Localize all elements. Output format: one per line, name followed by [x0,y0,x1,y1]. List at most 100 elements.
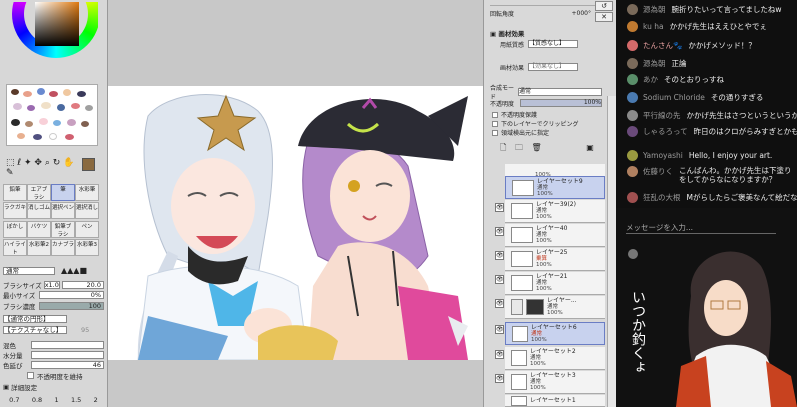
layer-row[interactable]: レイヤー... 通常 100% [505,296,605,319]
tool-4[interactable]: ラクガキ [3,202,27,220]
protect-opacity-row[interactable]: 不透明度保護 [492,110,612,119]
color-square[interactable] [35,2,79,46]
chat-author[interactable]: ku ha [643,22,664,31]
tool-3[interactable]: 水彩筆 [75,184,99,201]
layer-opacity-slider[interactable]: 100% [520,99,602,107]
select-rect-icon[interactable]: ⬚ [6,158,15,168]
chat-author[interactable]: Sodium Chloride [643,93,705,102]
size-preset[interactable]: 0.8 [32,396,42,404]
visibility-eye-icon[interactable]: 👁 [495,203,504,212]
chat-author[interactable]: Yamoyashi [643,151,683,160]
select-source-checkbox[interactable] [492,129,498,136]
layer-row[interactable]: レイヤー39(2) 通常 100% [505,200,605,223]
tool-11[interactable]: ペン [75,220,99,238]
brush-size-slider[interactable]: 20.0 [61,280,104,289]
tool-1[interactable]: エアブラシ [27,184,51,201]
artwork-canvas[interactable] [108,86,483,361]
merge-down-icon[interactable]: ▣ [586,143,594,152]
tip-round-icon[interactable]: ▲▲▲■ [61,266,87,275]
select-source-row[interactable]: 領域検出元に指定 [492,128,612,137]
tool-6[interactable]: 選択ペン [51,202,75,220]
tool-2[interactable]: 筆 [51,184,75,201]
keep-opacity-row[interactable]: 不透明度を維持 [3,371,104,380]
visibility-eye-icon[interactable]: 👁 [495,227,504,236]
layer-row[interactable]: レイヤー21 通常 100% [505,272,605,295]
current-color[interactable] [82,158,95,171]
emoji-icon[interactable] [628,249,638,259]
tool-14[interactable]: カナブラ [51,238,75,256]
delete-layer-icon[interactable]: 🗑 [532,143,542,152]
paper-texture-select[interactable]: 【質感なし】 [528,40,578,48]
rotate-reset-icon[interactable]: ↺ [595,1,613,11]
nav-close-icon[interactable]: ✕ [595,12,613,22]
clipping-row[interactable]: 下のレイヤーでクリッピング [492,119,612,128]
brush-shape-select[interactable]: 【通常の円形】 [3,314,67,323]
color-swatches[interactable] [6,84,98,146]
water-slider[interactable] [31,350,104,359]
layer-blend-select[interactable]: 通常 [518,88,602,96]
brush-texture-select[interactable]: 【テクスチャなし】 [3,325,67,334]
stretch-slider[interactable]: 46 [31,360,104,369]
clipping-checkbox[interactable] [492,120,498,127]
chat-lower-panel: メッセージを入力... いつか釣くょ [616,208,797,407]
rotate-icon[interactable]: ↻ [53,158,61,168]
layer-row-selected[interactable]: レイヤーセット6 通常 100% [505,322,605,345]
chat-author[interactable]: しゃるろって [643,126,688,137]
size-preset[interactable]: 1.5 [71,396,81,404]
layer-row[interactable]: レイヤーセット3 通常 100% [505,371,605,394]
layer-row[interactable]: レイヤー25 乗算 100% [505,248,605,271]
min-size-slider[interactable]: 0% [39,290,104,299]
visibility-eye-icon[interactable]: 👁 [495,251,504,260]
tool-9[interactable]: バケツ [27,220,51,238]
chat-input[interactable]: メッセージを入力... [626,222,776,234]
layer-row-selected[interactable]: レイヤーセット9 通常 100% [505,176,605,199]
chat-author[interactable]: たんさん🐾 [643,40,682,51]
visibility-eye-icon[interactable]: 👁 [495,275,504,284]
visibility-eye-icon[interactable]: 👁 [495,374,504,383]
rotation-label: 回転角度 [490,11,515,18]
chat-message: ku ha かかげ先生はええひとやでぇ [616,17,797,35]
detail-settings-row[interactable]: ▣ 詳細設定 [3,382,104,392]
visibility-eye-icon[interactable]: 👁 [495,325,504,334]
tool-7[interactable]: 選択消し [75,202,99,220]
density-slider[interactable]: 100 [39,301,104,310]
chat-author[interactable]: 源為朝 [643,4,666,15]
layer-row[interactable]: レイヤーセット1 [505,395,605,407]
tool-13[interactable]: 水彩筆2 [27,238,51,256]
tool-5[interactable]: 消しゴム [27,202,51,220]
tool-10[interactable]: 鉛筆ブラシ [51,220,75,238]
chat-author[interactable]: あか [643,74,658,85]
new-set-icon[interactable]: 🗀 [515,143,523,152]
visibility-eye-icon[interactable]: 👁 [495,299,504,308]
eyedropper-icon[interactable]: ✎ [6,168,14,178]
chat-author[interactable]: 源為朝 [643,58,666,69]
visibility-eye-icon[interactable]: 👁 [495,350,504,359]
size-preset[interactable]: 2 [94,396,98,404]
keep-opacity-checkbox[interactable] [27,372,34,379]
layer-row[interactable]: レイヤーセット2 通常 100% [505,347,605,370]
chat-author[interactable]: 佐藤りく [643,166,673,177]
tool-12[interactable]: ハイライト [3,238,27,256]
tool-8[interactable]: ぼかし [3,220,27,238]
lasso-icon[interactable]: ℓ [17,158,21,168]
tool-0[interactable]: 鉛筆 [3,184,27,201]
protect-opacity-checkbox[interactable] [492,111,498,118]
chat-author[interactable]: 狂乱の大根 [643,192,681,203]
new-layer-icon[interactable]: 🗋 [500,143,506,152]
size-preset[interactable]: 0.7 [9,396,19,404]
tool-15[interactable]: 水彩筆3 [75,238,99,256]
mix-label: 混色 [3,341,16,350]
hand-icon[interactable]: ✋ [63,158,74,168]
layer-row[interactable]: レイヤー40 通常 100% [505,224,605,247]
zoom-icon[interactable]: ⌕ [45,158,50,168]
material-effect-select[interactable]: 【効果なし】 [528,63,578,71]
brush-size-mult[interactable]: x1.0 [43,280,60,289]
mix-slider[interactable] [31,340,104,349]
color-wheel[interactable] [8,2,98,60]
chat-author[interactable]: 平行線の先 [643,110,681,121]
layer-scrollbar[interactable] [607,96,616,407]
magic-wand-icon[interactable]: ✦ [24,158,32,168]
move-icon[interactable]: ✥ [34,158,42,168]
blend-mode-select[interactable]: 通常 [3,266,55,275]
size-preset[interactable]: 1 [55,396,59,404]
